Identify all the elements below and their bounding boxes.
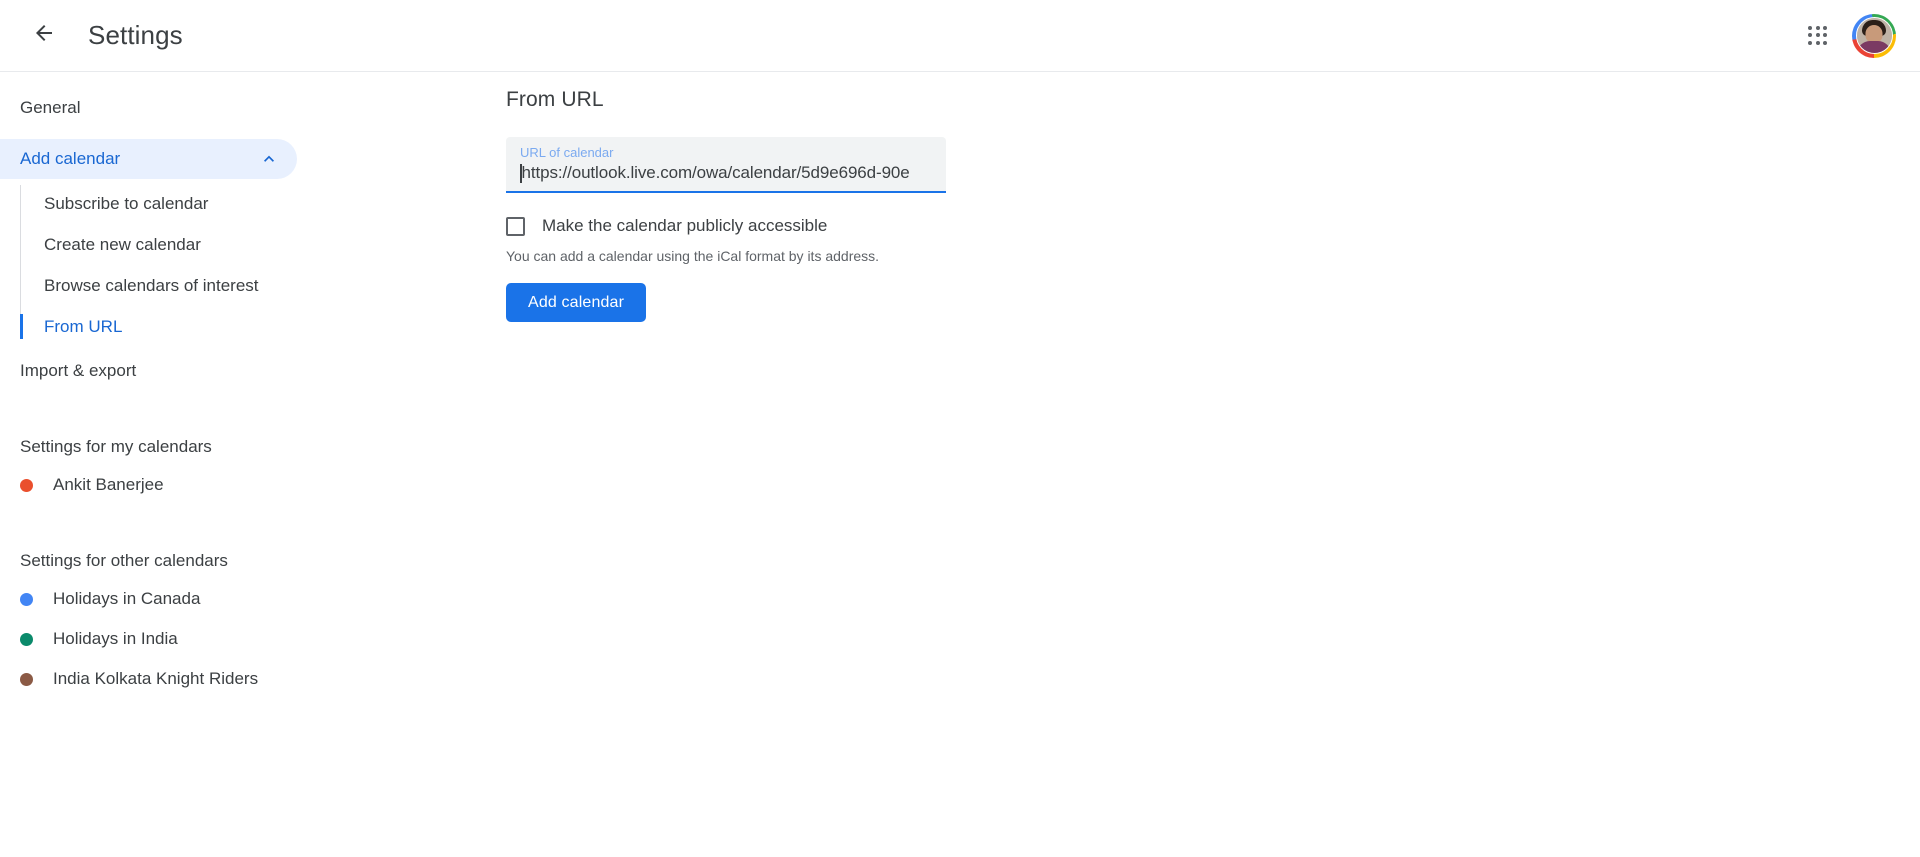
sidebar-item-label: Add calendar: [20, 149, 259, 169]
calendar-item-label: India Kolkata Knight Riders: [53, 669, 258, 689]
sidebar-item-label: From URL: [44, 317, 122, 337]
url-input[interactable]: https://outlook.live.com/owa/calendar/5d…: [522, 163, 910, 183]
google-apps-button[interactable]: [1794, 12, 1842, 60]
sidebar-item-browse-calendars-of-interest[interactable]: Browse calendars of interest: [20, 265, 412, 306]
chevron-up-icon: [259, 149, 279, 169]
calendar-color-dot: [20, 593, 33, 606]
sidebar-item-label: Browse calendars of interest: [44, 276, 259, 296]
arrow-left-icon: [32, 21, 56, 50]
calendar-color-dot: [20, 633, 33, 646]
other-calendars-heading: Settings for other calendars: [0, 551, 412, 571]
sidebar-item-from-url[interactable]: From URL: [20, 306, 412, 347]
helper-text: You can add a calendar using the iCal fo…: [506, 248, 1920, 264]
calendar-color-dot: [20, 479, 33, 492]
calendar-color-dot: [20, 673, 33, 686]
sidebar-item-label: Create new calendar: [44, 235, 201, 255]
url-field-value-row: https://outlook.live.com/owa/calendar/5d…: [520, 162, 932, 184]
url-of-calendar-field[interactable]: URL of calendar https://outlook.live.com…: [506, 137, 946, 193]
add-calendar-submenu: Subscribe to calendar Create new calenda…: [20, 183, 412, 347]
sidebar-item-general[interactable]: General: [0, 88, 297, 128]
make-public-checkbox-row[interactable]: Make the calendar publicly accessible: [506, 216, 827, 236]
account-avatar-button[interactable]: [1850, 12, 1898, 60]
page-title: Settings: [88, 20, 183, 51]
page-body: General Add calendar Subscribe to calend…: [0, 72, 1920, 857]
avatar: [1856, 17, 1893, 54]
section-heading-from-url: From URL: [506, 88, 1920, 112]
calendar-item-label: Ankit Banerjee: [53, 475, 164, 495]
settings-sidebar: General Add calendar Subscribe to calend…: [0, 72, 412, 857]
sidebar-item-label: Import & export: [20, 361, 279, 381]
app-header: Settings: [0, 0, 1920, 72]
make-public-checkbox[interactable]: [506, 217, 525, 236]
back-button[interactable]: [20, 12, 68, 60]
url-field-label: URL of calendar: [520, 145, 932, 161]
add-calendar-button[interactable]: Add calendar: [506, 283, 646, 322]
sidebar-item-label: Subscribe to calendar: [44, 194, 208, 214]
calendar-item-label: Holidays in India: [53, 629, 178, 649]
apps-grid-icon: [1808, 26, 1828, 46]
calendar-item-ankit-banerjee[interactable]: Ankit Banerjee: [0, 465, 412, 505]
sidebar-item-create-new-calendar[interactable]: Create new calendar: [20, 224, 412, 265]
make-public-checkbox-label: Make the calendar publicly accessible: [542, 216, 827, 236]
calendar-item-label: Holidays in Canada: [53, 589, 200, 609]
sidebar-item-import-export[interactable]: Import & export: [0, 351, 297, 391]
sidebar-item-add-calendar[interactable]: Add calendar: [0, 139, 297, 179]
settings-content: From URL URL of calendar https://outlook…: [412, 72, 1920, 857]
my-calendars-heading: Settings for my calendars: [0, 437, 412, 457]
calendar-item-holidays-in-india[interactable]: Holidays in India: [0, 619, 412, 659]
avatar-ring: [1852, 14, 1896, 58]
calendar-item-india-kolkata-knight-riders[interactable]: India Kolkata Knight Riders: [0, 659, 412, 699]
sidebar-item-label: General: [20, 98, 279, 118]
calendar-item-holidays-in-canada[interactable]: Holidays in Canada: [0, 579, 412, 619]
sidebar-item-subscribe-to-calendar[interactable]: Subscribe to calendar: [20, 183, 412, 224]
